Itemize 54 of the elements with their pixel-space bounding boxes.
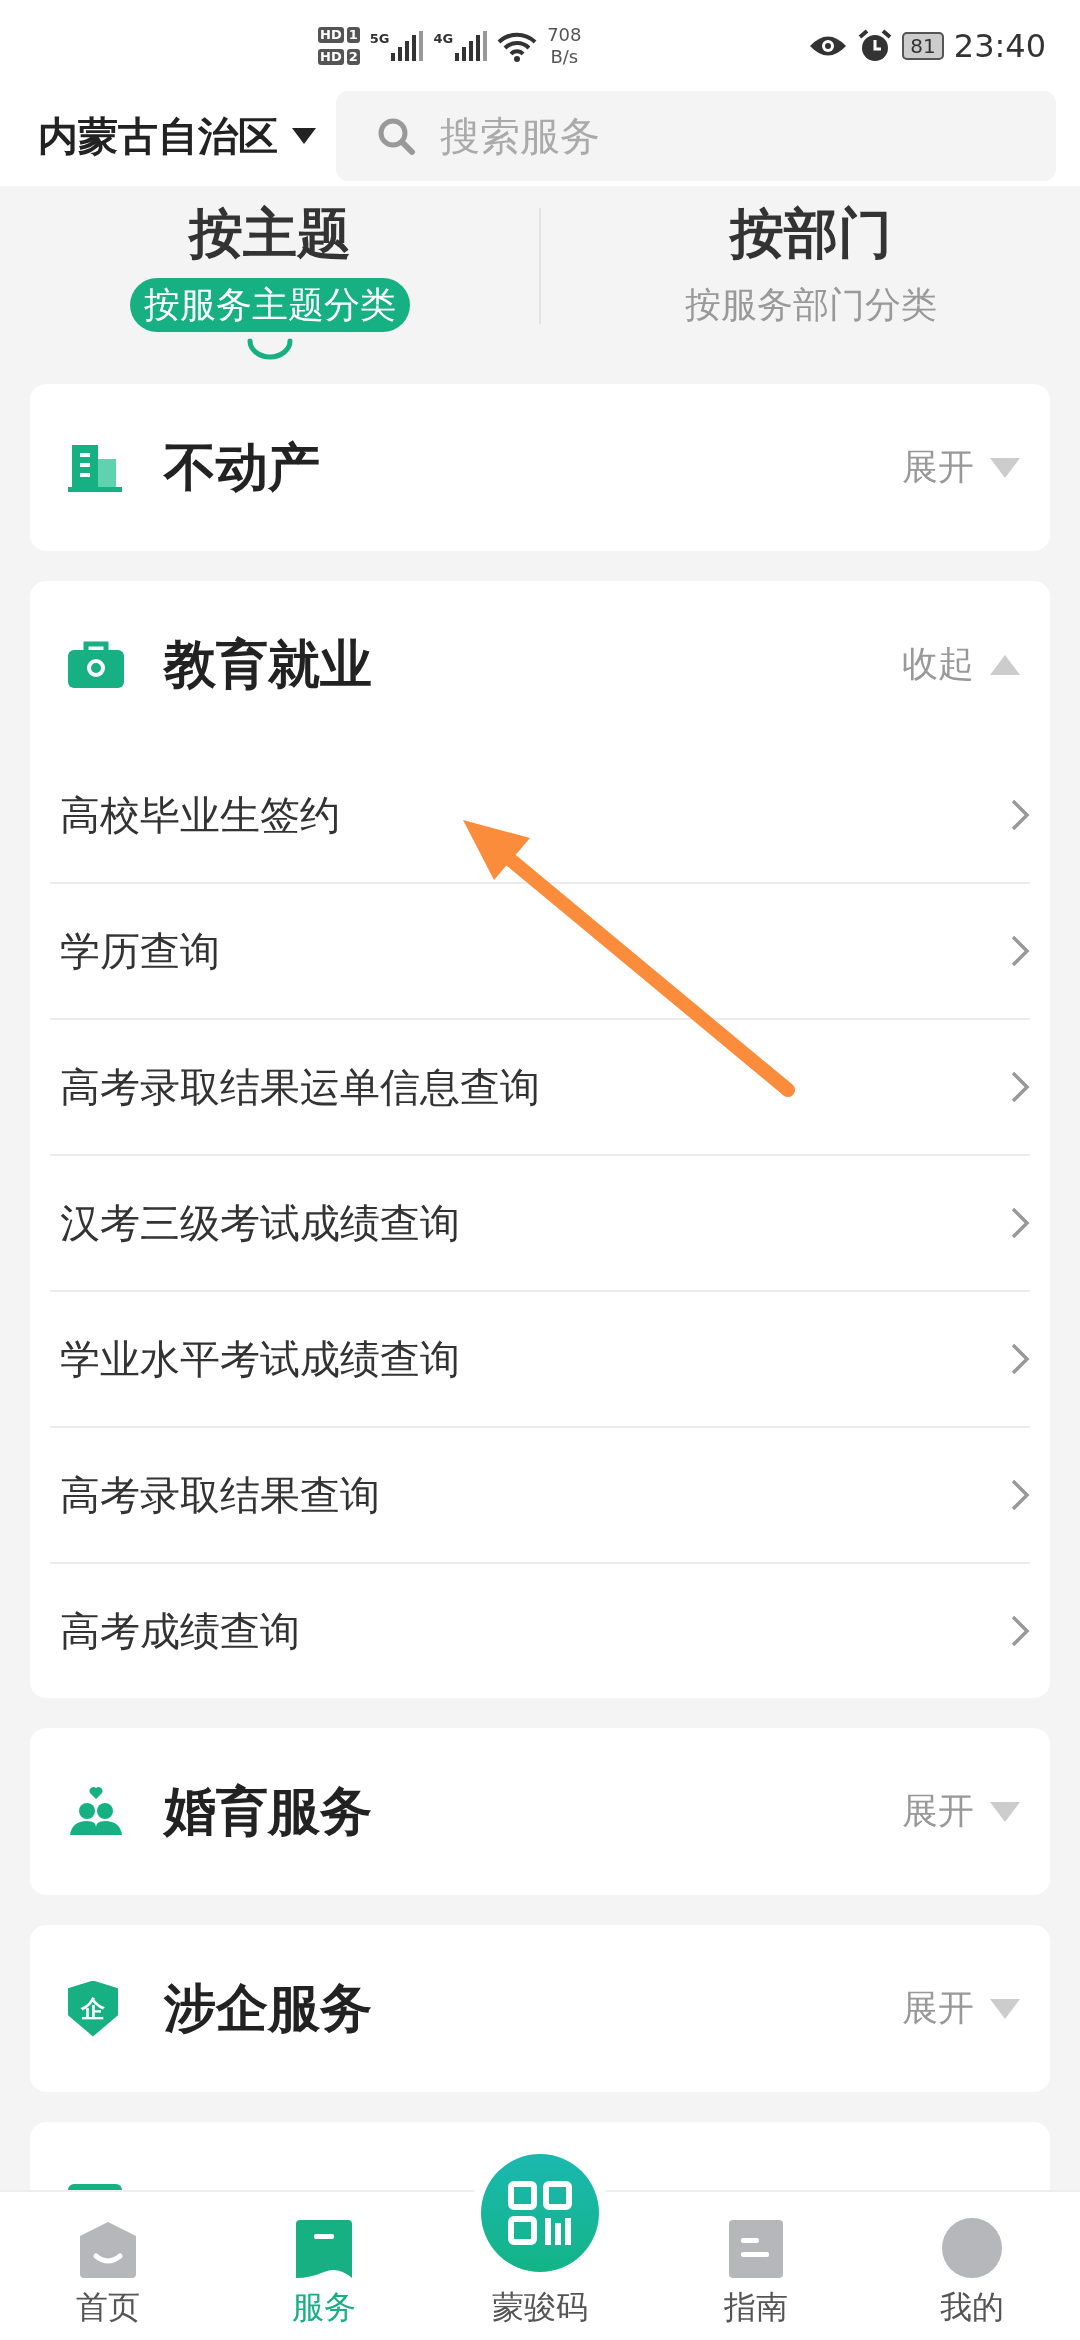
sim-label: HD <box>318 27 344 43</box>
chevron-right-icon <box>1010 1614 1030 1648</box>
briefcase-icon <box>68 639 124 690</box>
nav-tab[interactable]: 我的 <box>864 2150 1080 2340</box>
alarm-icon <box>858 29 893 63</box>
sim-label: HD <box>318 49 344 65</box>
chevron-right-icon <box>1010 1206 1030 1240</box>
network-speed: 708 <box>547 24 582 46</box>
signal-icon <box>391 31 424 61</box>
document-icon <box>729 2220 783 2278</box>
search-field[interactable]: 搜索服务 <box>336 91 1056 181</box>
section-title: 教育就业 <box>164 632 373 696</box>
service-item[interactable]: 学业水平考试成绩查询 <box>50 1290 1030 1426</box>
tab-subtitle: 按服务部门分类 <box>683 283 938 327</box>
chevron-right-icon <box>1010 1342 1030 1376</box>
network-type: 5G <box>369 31 390 46</box>
sim-slot: 2 <box>346 49 360 65</box>
chevron-right-icon <box>1010 1070 1030 1104</box>
service-item[interactable]: 高校毕业生签约 <box>50 748 1030 882</box>
sim-slot: 1 <box>346 27 360 43</box>
chevron-right-icon <box>1010 798 1030 832</box>
service-item[interactable]: 高考成绩查询 <box>50 1562 1030 1698</box>
nav-tab[interactable]: 蒙骏码 <box>432 2150 648 2340</box>
bookmark-icon <box>296 2220 352 2278</box>
topic-tab[interactable]: 按主题 按服务主题分类 <box>0 186 539 384</box>
tab-title: 按主题 <box>188 201 351 267</box>
service-item[interactable]: 高考录取结果运单信息查询 <box>50 1018 1030 1154</box>
region-selector[interactable]: 内蒙古自治区 <box>38 108 316 164</box>
section-title: 涉企服务 <box>164 1976 373 2040</box>
service-item[interactable]: 汉考三级考试成绩查询 <box>50 1154 1030 1290</box>
selected-indicator-icon <box>245 338 294 360</box>
network-type: 4G <box>433 31 454 46</box>
speed-unit: B/s <box>550 46 579 68</box>
nav-tab[interactable]: 指南 <box>648 2150 864 2340</box>
section-title: 不动产 <box>164 435 321 499</box>
wifi-icon <box>497 30 538 62</box>
home-icon <box>80 2222 136 2278</box>
avatar-icon <box>942 2218 1002 2278</box>
clock: 23:40 <box>953 27 1046 65</box>
nav-tab[interactable]: 首页 <box>0 2150 216 2340</box>
chevron-right-icon <box>1010 1478 1030 1512</box>
service-item[interactable]: 学历查询 <box>50 882 1030 1018</box>
battery-level: 81 <box>902 32 944 60</box>
chevron-right-icon <box>1010 934 1030 968</box>
tab-title: 按部门 <box>729 201 892 267</box>
caret-icon <box>292 128 316 144</box>
search-icon <box>376 116 416 156</box>
tab-subtitle: 按服务主题分类 <box>129 278 410 332</box>
section-title: 婚育服务 <box>164 1779 373 1843</box>
shield-badge: 企 <box>68 1980 118 2037</box>
building-icon <box>68 442 122 493</box>
signal-icon <box>455 31 488 61</box>
service-item[interactable]: 高考录取结果查询 <box>50 1426 1030 1562</box>
topic-tab[interactable]: 按部门 按服务部门分类 <box>541 186 1080 384</box>
